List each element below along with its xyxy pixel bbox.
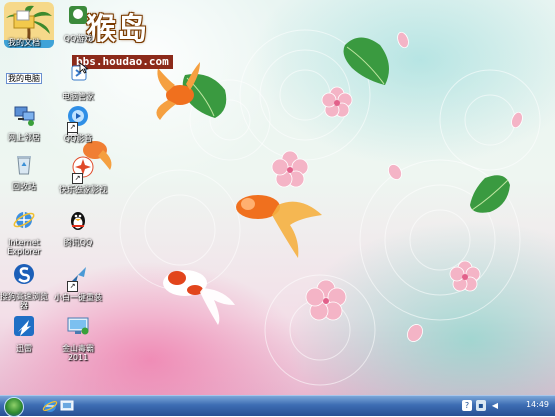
shortcut-arrow-icon: ↗ (67, 281, 78, 292)
help-icon[interactable]: ? (462, 400, 472, 411)
system-tray: ? ▪ ◀ 14:49 (450, 396, 555, 416)
clock[interactable]: 14:49 (526, 400, 549, 409)
shortcut-arrow-icon: ↗ (67, 122, 78, 133)
desktop-icon-reinstall-tool[interactable]: ↗ 小白一键重装 (53, 263, 103, 302)
show-desktop-icon[interactable] (59, 398, 75, 414)
desktop-icon-my-documents[interactable]: 我的文档 (0, 8, 49, 47)
internet-explorer-icon[interactable] (42, 398, 58, 414)
documents-folder-icon (13, 10, 35, 29)
desktop-icon-pc-manager[interactable]: ↗ 电脑管家 (53, 62, 103, 137)
network-tray-icon[interactable]: ▪ (476, 400, 486, 411)
desktop-icon-video-app[interactable]: ↗ 快乐独家影视 (58, 155, 108, 194)
qq-game-icon (69, 6, 87, 24)
desktop-icon-xunlei[interactable]: 迅雷 (0, 314, 49, 353)
desktop-icon-jinshan-antivirus[interactable]: 金山毒霸2011 (53, 314, 103, 362)
desktop-icon-qq[interactable]: 腾讯QQ (53, 208, 103, 247)
desktop-icon-my-computer[interactable]: 我的电脑 (0, 66, 49, 85)
desktop-icon-recycle-bin[interactable]: 回收站 (0, 152, 49, 191)
desktop-icon-qq-player[interactable]: ↗ QQ影音 (53, 104, 103, 143)
sogou-browser-icon (14, 264, 34, 284)
leaf-icon (182, 37, 510, 213)
desktop[interactable]: 猴岛 bbs.houdao.com 我的文档 我的电脑 网上邻居 回收站 Int… (0, 0, 555, 395)
start-button[interactable] (4, 397, 24, 417)
volume-icon[interactable]: ◀ (490, 400, 500, 411)
recycle-bin-icon (17, 156, 31, 175)
shortcut-arrow-icon: ↗ (72, 173, 83, 184)
desktop-icon-qq-game[interactable]: QQ游戏 (53, 4, 103, 43)
xunlei-icon (14, 316, 34, 336)
internet-explorer-icon (13, 212, 35, 228)
network-icon (14, 106, 35, 126)
jinshan-antivirus-icon (67, 317, 89, 335)
desktop-icon-internet-explorer[interactable]: Internet Explorer (0, 208, 49, 256)
desktop-icon-sogou-browser[interactable]: 搜狗高速浏览器 (0, 262, 49, 310)
desktop-icon-network[interactable]: 网上邻居 (0, 103, 49, 142)
mouse-cursor-icon (79, 62, 89, 74)
taskbar: ? ▪ ◀ 14:49 (0, 395, 555, 417)
qq-penguin-icon (71, 212, 85, 230)
